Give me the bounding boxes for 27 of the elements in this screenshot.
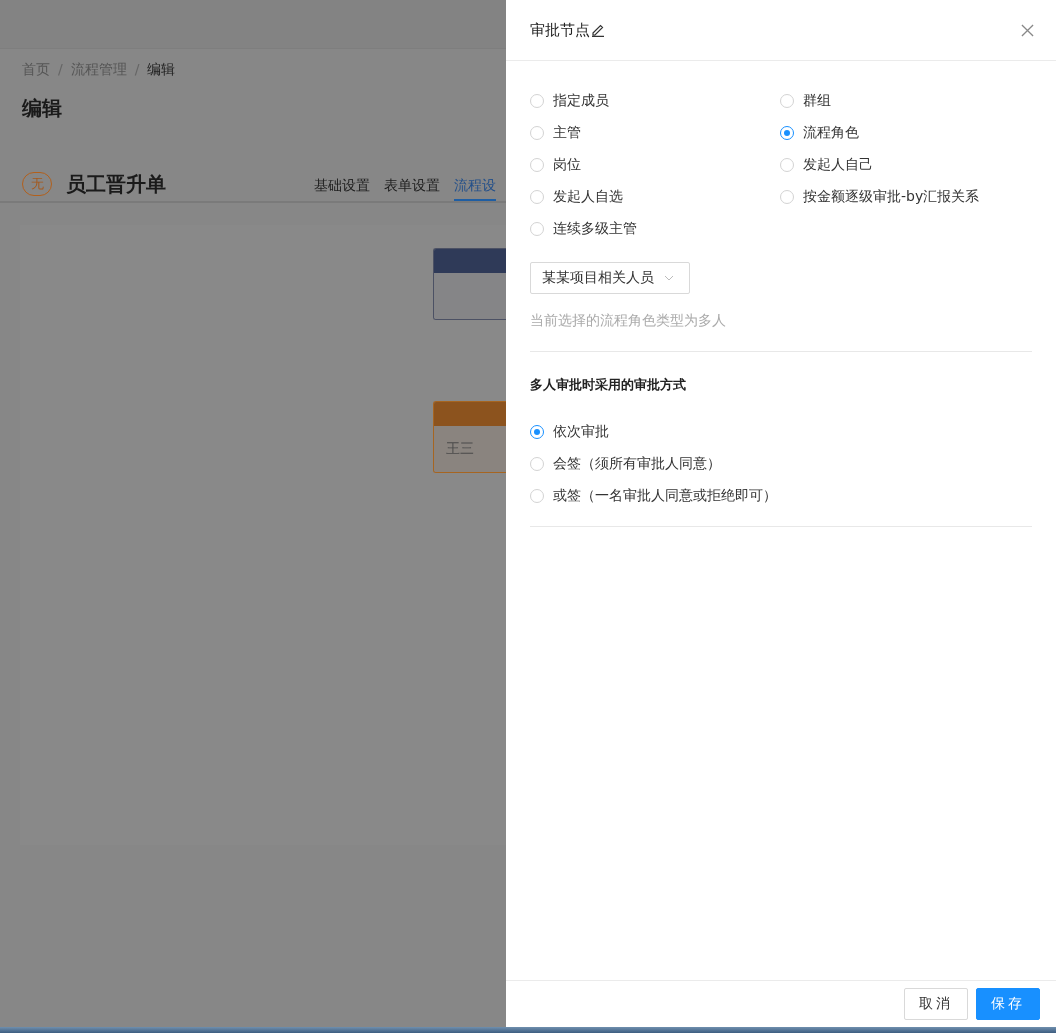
breadcrumb-separator: / (58, 61, 63, 79)
radio-option[interactable]: 发起人自选 (530, 181, 780, 213)
section-title: 多人审批时采用的审批方式 (530, 376, 687, 394)
tab[interactable]: 表单设置 (384, 167, 440, 201)
radio-option[interactable]: 流程角色 (780, 117, 1032, 149)
role-select[interactable]: 某某项目相关人员 (530, 262, 690, 294)
radio-option[interactable]: 岗位 (530, 149, 780, 181)
caret-icon (664, 275, 674, 281)
radio-option[interactable]: 依次审批 (530, 416, 1032, 448)
node-card[interactable] (433, 248, 506, 320)
close-icon[interactable] (1021, 23, 1034, 37)
drawer-title: 审批节点 (530, 20, 590, 40)
edit-icon[interactable] (591, 23, 605, 37)
radio-option[interactable]: 连续多级主管 (530, 213, 780, 245)
page-title: 编辑 (21, 95, 63, 122)
hint-text: 当前选择的流程角色类型为多人 (530, 312, 727, 330)
radio-option[interactable]: 群组 (780, 85, 1032, 117)
radio-option[interactable]: 或签（一名审批人同意或拒绝即可） (530, 480, 1032, 512)
tab[interactable]: 基础设置 (314, 167, 370, 201)
form-name: 员工晋升单 (66, 170, 166, 198)
radio-option[interactable]: 主管 (530, 117, 780, 149)
radio-option[interactable]: 会签（须所有审批人同意） (530, 448, 1032, 480)
cancel-button[interactable]: 取消 (904, 988, 968, 1020)
breadcrumb-separator: / (134, 61, 140, 79)
radio-option[interactable]: 按金额逐级审批-by汇报关系 (780, 181, 1032, 213)
radio-option[interactable]: 发起人自己 (780, 149, 1032, 181)
radio-option[interactable]: 指定成员 (530, 85, 780, 117)
